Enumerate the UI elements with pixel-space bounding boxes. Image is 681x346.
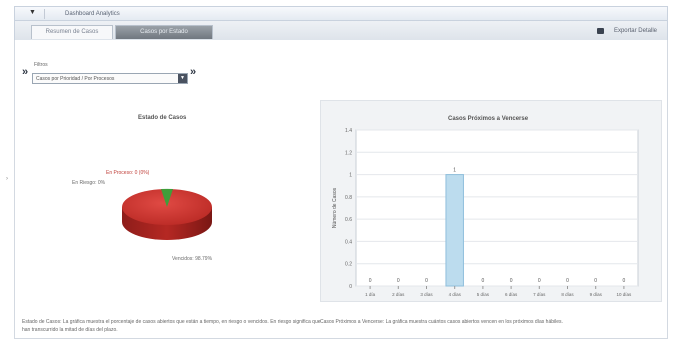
y-tick-label: 1.4 <box>345 128 352 134</box>
data-label: 1 <box>453 168 456 174</box>
data-label: 0 <box>566 278 569 284</box>
x-tick-label: 4 días <box>449 292 462 297</box>
filter-label: Filtros <box>34 62 48 68</box>
x-tick-label: 8 días <box>561 292 574 297</box>
x-tick-label: 10 días <box>617 292 633 297</box>
data-label: 0 <box>594 278 597 284</box>
window-title: Dashboard Analytics <box>65 11 120 17</box>
window-menu-glyph[interactable]: ▼ <box>29 9 36 16</box>
export-icon <box>596 28 604 34</box>
y-tick-label: 0.8 <box>345 195 352 201</box>
pie-description: Estado de Casos: La gráfica muestra el p… <box>22 319 321 333</box>
pie-label-b: En Riesgo: 0% <box>72 180 106 186</box>
plot-area <box>355 129 639 287</box>
data-label: 0 <box>369 278 372 284</box>
pie-label-a: En Proceso: 0 (0%) <box>106 170 150 176</box>
data-label: 0 <box>623 278 626 284</box>
y-tick-label: 1 <box>349 173 352 179</box>
pie-label-c: Vencidos: 98.79% <box>172 256 213 262</box>
data-label: 0 <box>482 278 485 284</box>
collapse-left-icon[interactable]: » <box>22 66 28 78</box>
pie-chart <box>122 188 212 240</box>
left-edge-marker: › <box>6 176 8 182</box>
tab-casos-estado[interactable]: Casos por Estado <box>115 25 213 39</box>
export-button[interactable]: Exportar Detalle <box>596 25 657 37</box>
y-tick-label: 0.4 <box>345 239 352 245</box>
data-label: 0 <box>538 278 541 284</box>
data-label: 0 <box>397 278 400 284</box>
x-tick-label: 6 días <box>505 292 518 297</box>
x-tick-label: 2 días <box>392 292 405 297</box>
data-label: 0 <box>425 278 428 284</box>
apply-filter-icon[interactable]: » <box>190 66 196 78</box>
y-tick-label: 1.2 <box>345 150 352 156</box>
x-tick-label: 7 días <box>533 292 546 297</box>
y-tick-label: 0.2 <box>345 262 352 268</box>
bar <box>445 174 464 287</box>
window-titlebar: ▼ Dashboard Analytics <box>14 6 668 21</box>
x-tick-label: 3 días <box>420 292 433 297</box>
bar-chart: 0 0.2 0.4 0.6 0.8 1 1.2 1.4 Número de Casos 0 1 dí… <box>332 128 639 297</box>
pie-chart-title: Estado de Casos <box>138 115 187 121</box>
filter-selected-value: Casos por Prioridad / Por Procesos <box>36 76 115 82</box>
x-tick-label: 9 días <box>590 292 603 297</box>
export-label: Exportar Detalle <box>613 28 657 34</box>
filter-select[interactable]: Casos por Prioridad / Por Procesos ▼ <box>32 73 188 84</box>
x-tick-label: 5 días <box>477 292 490 297</box>
tab-bar: Resumen de Casos Casos por Estado Export… <box>14 20 668 42</box>
x-tick-label: 1 día <box>365 292 376 297</box>
y-axis-title: Número de Casos <box>332 187 338 228</box>
tab-resumen-casos[interactable]: Resumen de Casos <box>31 25 113 39</box>
y-tick-label: 0 <box>349 284 352 290</box>
data-label: 0 <box>510 278 513 284</box>
titlebar-separator <box>44 9 45 19</box>
y-tick-label: 0.6 <box>345 217 352 223</box>
bar-description: Casos Próximos a Vencerse: La gráfica mu… <box>320 319 563 325</box>
chevron-down-icon[interactable]: ▼ <box>178 74 187 83</box>
